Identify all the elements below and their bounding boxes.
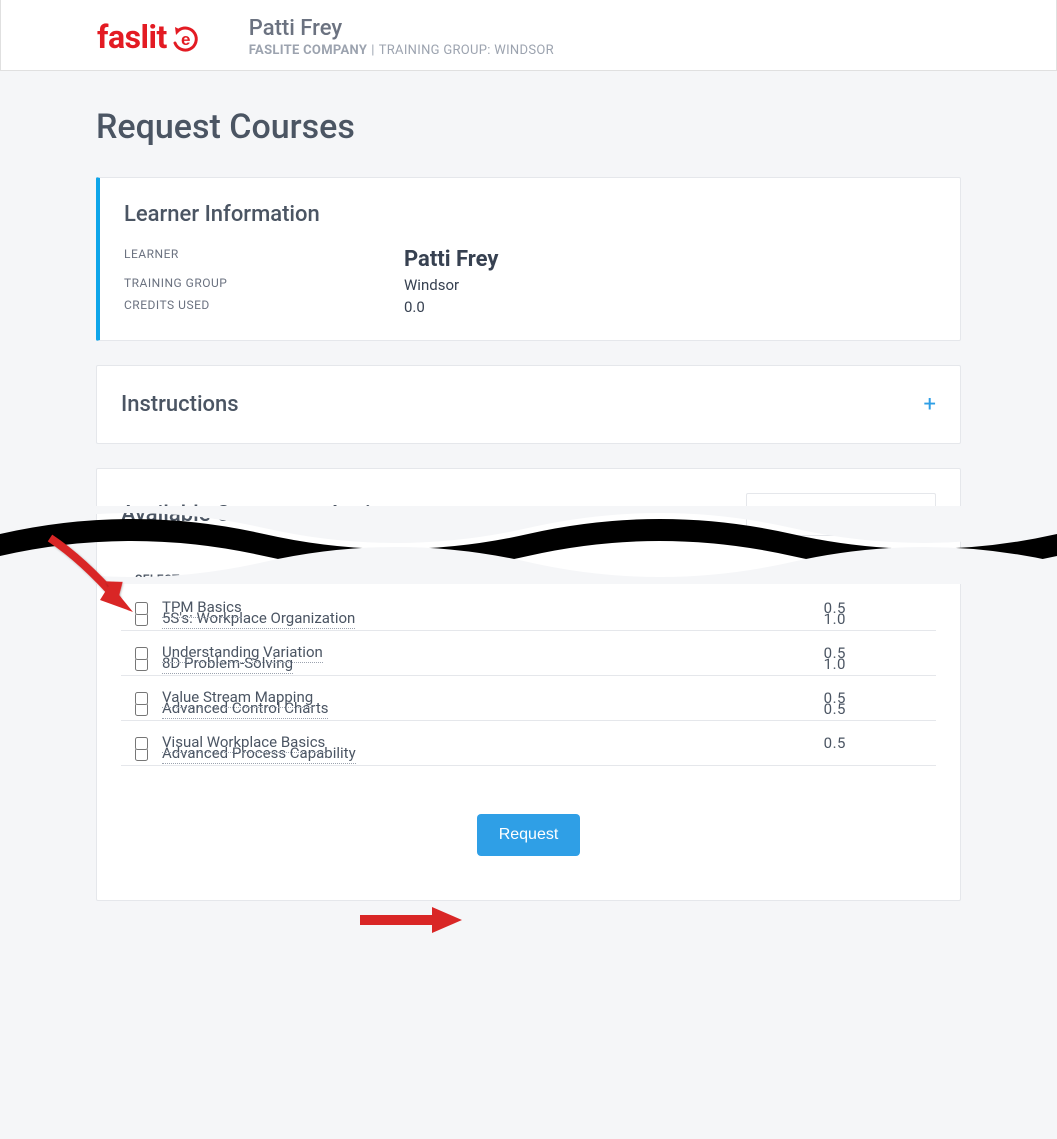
label-learner: LEARNER <box>124 247 404 272</box>
course-link[interactable]: Value Stream Mapping <box>162 688 313 708</box>
page-title: Request Courses <box>96 107 961 147</box>
course-link[interactable]: Visual Workplace Basics <box>162 733 325 753</box>
training-group-value: WINDSOR <box>494 43 554 58</box>
course-checkbox[interactable] <box>135 692 148 705</box>
value-credits-used: 0.0 <box>404 298 936 316</box>
course-checkbox[interactable] <box>135 647 148 660</box>
wave-divider <box>0 506 1057 584</box>
value-learner: Patti Frey <box>404 247 936 272</box>
training-group-label: TRAINING GROUP: <box>379 43 491 58</box>
request-button[interactable]: Request <box>477 814 581 856</box>
label-training-group: TRAINING GROUP <box>124 276 404 294</box>
logo-text: faslit <box>97 18 167 56</box>
course-link[interactable]: Understanding Variation <box>162 643 323 663</box>
header-company: FASLITE COMPANY <box>249 43 367 58</box>
value-training-group: Windsor <box>404 276 936 294</box>
header-subtitle: FASLITE COMPANY|TRAINING GROUP: WINDSOR <box>249 43 554 58</box>
course-credits: 0.5 <box>637 631 936 676</box>
logo-icon: e <box>169 21 201 53</box>
course-credits: 0.5 <box>637 721 936 766</box>
logo[interactable]: faslit e <box>97 18 201 56</box>
instructions-title: Instructions <box>121 392 239 417</box>
course-checkbox[interactable] <box>135 737 148 750</box>
instructions-card[interactable]: Instructions + <box>96 365 961 444</box>
learner-info-card: Learner Information LEARNER Patti Frey T… <box>96 177 961 341</box>
learner-section-title: Learner Information <box>124 202 936 227</box>
main-container-bottom: TPM Basics 0.5 Understanding Variation 0.5 V… <box>0 580 1057 965</box>
course-checkbox[interactable] <box>135 602 148 615</box>
svg-text:e: e <box>181 30 190 49</box>
course-link[interactable]: TPM Basics <box>162 598 242 618</box>
plus-icon: + <box>924 392 936 417</box>
header-bar: faslit e Patti Frey FASLITE COMPANY|TRAI… <box>0 0 1057 71</box>
header-user-name: Patti Frey <box>249 16 554 41</box>
header-user-info: Patti Frey FASLITE COMPANY|TRAINING GROU… <box>249 16 554 58</box>
course-credits: 0.5 <box>637 676 936 721</box>
label-credits-used: CREDITS USED <box>124 298 404 316</box>
course-credits: 0.5 <box>637 586 936 631</box>
